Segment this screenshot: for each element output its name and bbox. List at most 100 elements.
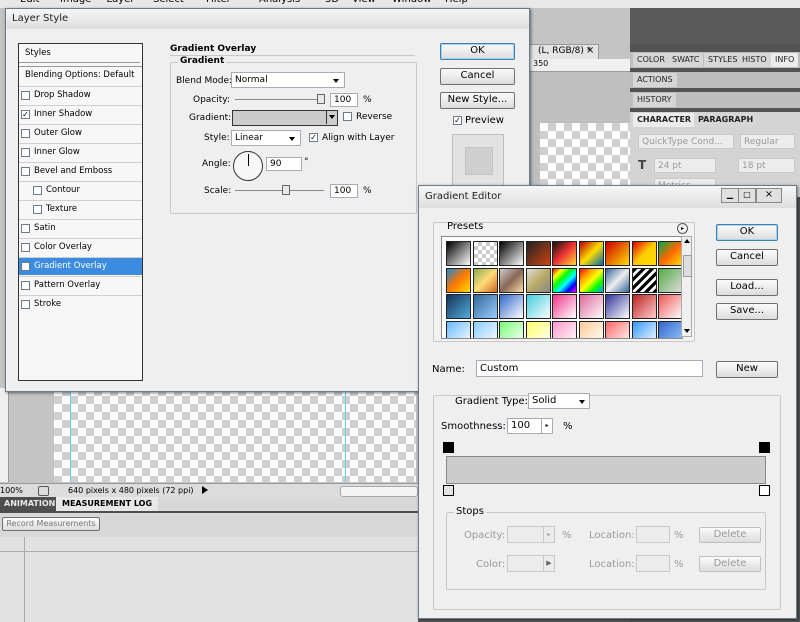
preset-swatch[interactable]: [578, 267, 604, 293]
menu-item[interactable]: Image: [60, 0, 91, 5]
opacity-slider-track[interactable]: [235, 99, 324, 100]
font-family-select[interactable]: QuickType Cond...: [638, 134, 734, 149]
menu-item[interactable]: Help: [445, 0, 468, 5]
style-item-inner-glow[interactable]: Inner Glow: [19, 143, 142, 161]
preset-swatch[interactable]: [605, 267, 630, 293]
scale-slider-track[interactable]: [235, 190, 324, 191]
style-item-color-overlay[interactable]: Color Overlay: [19, 238, 142, 256]
style-item-gradient-overlay[interactable]: ✓ Gradient Overlay: [19, 257, 142, 275]
new-gradient-button[interactable]: New: [716, 361, 778, 378]
presets-menu-icon[interactable]: ▸: [677, 223, 688, 234]
menu-item[interactable]: Edit: [20, 0, 39, 5]
reverse-checkbox[interactable]: [343, 112, 352, 121]
preset-swatch[interactable]: [631, 241, 657, 266]
angle-dial[interactable]: [233, 151, 263, 181]
close-button[interactable]: ×: [756, 188, 782, 203]
style-checkbox[interactable]: [21, 167, 30, 176]
play-icon[interactable]: [202, 486, 208, 494]
navigator-icon[interactable]: [38, 486, 49, 496]
font-style-select[interactable]: Regular: [740, 134, 795, 149]
preset-swatch[interactable]: [525, 241, 551, 266]
style-checkbox[interactable]: [21, 281, 30, 290]
style-item-stroke[interactable]: Stroke: [19, 295, 142, 313]
preset-swatch[interactable]: [446, 320, 471, 338]
preset-swatch[interactable]: [552, 320, 577, 338]
angle-field[interactable]: 90: [266, 157, 302, 171]
preset-swatch[interactable]: [472, 294, 498, 319]
tab-histogram[interactable]: HISTO: [738, 53, 771, 67]
menu-item[interactable]: View: [352, 0, 376, 5]
color-stop-right-icon[interactable]: [759, 485, 770, 496]
cancel-button[interactable]: Cancel: [440, 68, 515, 85]
style-item-texture[interactable]: Texture: [19, 200, 142, 218]
scale-slider-handle[interactable]: [282, 185, 290, 195]
opacity-stop-right-icon[interactable]: [759, 442, 770, 453]
scale-field[interactable]: 100: [330, 184, 358, 198]
ok-button[interactable]: OK: [440, 43, 515, 60]
maximize-button[interactable]: □: [738, 188, 756, 203]
preset-swatch[interactable]: [658, 267, 682, 293]
record-measurements-button[interactable]: Record Measurements: [2, 517, 100, 531]
style-checkbox[interactable]: [21, 243, 30, 252]
menu-item[interactable]: Filter: [206, 0, 231, 5]
preset-swatch[interactable]: [631, 320, 657, 338]
preset-swatch[interactable]: [499, 241, 524, 266]
preset-swatch[interactable]: [578, 241, 604, 266]
menu-item[interactable]: Select: [153, 0, 184, 5]
preset-swatch[interactable]: [658, 320, 682, 338]
new-style-button[interactable]: New Style...: [440, 92, 515, 109]
preset-swatch[interactable]: [499, 294, 524, 319]
name-field[interactable]: Custom: [476, 360, 703, 377]
styles-header[interactable]: Styles: [19, 44, 140, 63]
preset-swatch[interactable]: [658, 241, 682, 266]
menu-item[interactable]: Window: [392, 0, 431, 5]
preset-swatch[interactable]: [446, 294, 471, 319]
tab-character[interactable]: CHARACTER: [633, 113, 696, 127]
style-checkbox[interactable]: ✓: [21, 262, 30, 271]
align-with-layer-checkbox[interactable]: ✓: [309, 133, 318, 142]
menu-item[interactable]: 3D: [325, 0, 339, 5]
style-item-bevel-and-emboss[interactable]: Bevel and Emboss: [19, 162, 142, 180]
gradient-dropdown-button[interactable]: [326, 110, 337, 124]
tab-info[interactable]: INFO: [771, 53, 799, 67]
gradient-swatch[interactable]: [232, 110, 338, 126]
tab-paragraph[interactable]: PARAGRAPH: [694, 113, 758, 127]
opacity-stop-left-icon[interactable]: [443, 442, 454, 453]
menu-item[interactable]: Analysis: [259, 0, 300, 5]
close-icon[interactable]: ×: [586, 45, 594, 56]
ge-ok-button[interactable]: OK: [716, 224, 778, 241]
style-item-inner-shadow[interactable]: ✓ Inner Shadow: [19, 105, 142, 123]
scroll-thumb[interactable]: [683, 255, 692, 277]
panel-actions[interactable]: ACTIONS: [630, 72, 800, 88]
preset-swatch[interactable]: [472, 320, 498, 338]
load-button[interactable]: Load...: [716, 279, 778, 296]
presets-scrollbar[interactable]: [681, 236, 692, 337]
preset-swatch[interactable]: [525, 267, 551, 293]
scroll-down-icon[interactable]: [684, 329, 690, 333]
preset-swatch[interactable]: [605, 320, 630, 338]
preset-swatch[interactable]: [552, 267, 577, 293]
style-checkbox[interactable]: [21, 300, 30, 309]
style-item-outer-glow[interactable]: Outer Glow: [19, 124, 142, 142]
style-checkbox[interactable]: [21, 148, 30, 157]
preset-swatch[interactable]: [631, 294, 657, 319]
preset-swatch[interactable]: [472, 267, 498, 293]
horizontal-scrollbar[interactable]: [340, 486, 418, 497]
minimize-button[interactable]: ▁: [721, 188, 739, 203]
preset-swatch[interactable]: [446, 241, 471, 266]
preset-swatch[interactable]: [552, 294, 577, 319]
preview-checkbox[interactable]: ✓: [453, 116, 462, 125]
style-checkbox[interactable]: [33, 186, 42, 195]
ge-cancel-button[interactable]: Cancel: [716, 249, 778, 266]
opacity-field[interactable]: 100: [330, 93, 358, 107]
smoothness-field[interactable]: 100 ▸: [507, 418, 553, 434]
preset-swatch[interactable]: [499, 267, 524, 293]
style-item-contour[interactable]: Contour: [19, 181, 142, 199]
preset-swatch[interactable]: [605, 241, 630, 266]
document-tab[interactable]: (L, RGB/8) * ×: [527, 44, 599, 60]
tab-swatches[interactable]: SWATC: [668, 53, 704, 67]
style-item-pattern-overlay[interactable]: Pattern Overlay: [19, 276, 142, 294]
style-checkbox[interactable]: ✓: [21, 110, 30, 119]
preset-swatch[interactable]: [446, 267, 471, 293]
preset-swatch[interactable]: [578, 320, 604, 338]
